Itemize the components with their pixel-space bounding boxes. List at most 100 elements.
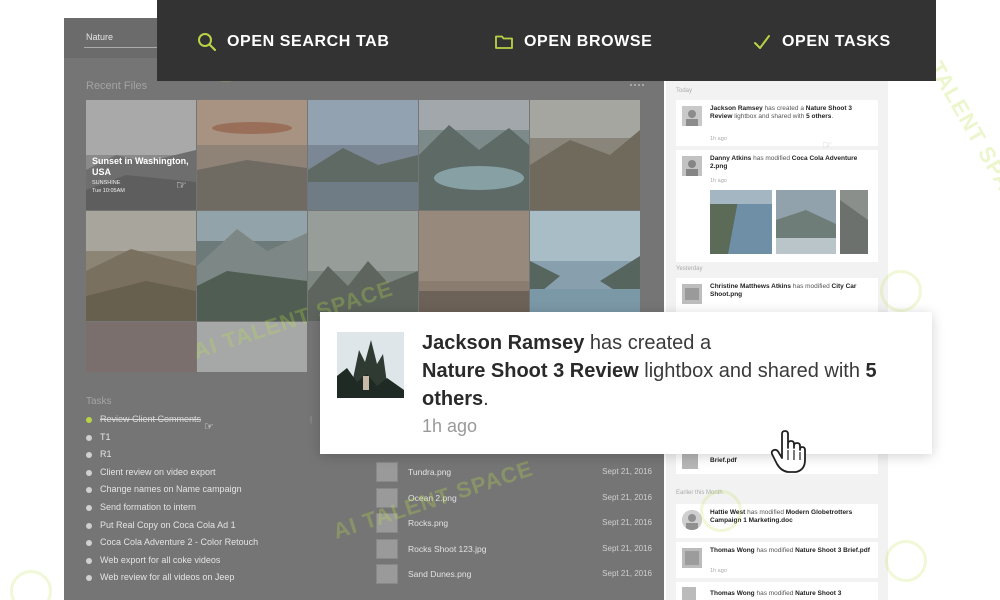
- open-tasks-button[interactable]: OPEN TASKS: [752, 31, 891, 53]
- notification-thumbnail: [337, 332, 404, 398]
- file-tile-9[interactable]: [419, 211, 529, 321]
- task-bullet-icon[interactable]: [86, 434, 92, 441]
- file-row[interactable]: Rocks.png Sept 21, 2016: [376, 511, 652, 537]
- screenshot-stage: Nature Recent Files Sunset in Washington…: [0, 0, 1000, 600]
- grid-view-toggle-icon[interactable]: [630, 84, 644, 88]
- file-date: Sept 21, 2016: [602, 543, 652, 553]
- activity-item[interactable]: Jackson Ramsey has created a Nature Shoo…: [676, 100, 878, 146]
- file-thumbnail: [376, 538, 398, 559]
- file-row[interactable]: Sand Dunes.png Sept 21, 2016: [376, 562, 652, 588]
- open-tasks-label: OPEN TASKS: [782, 33, 891, 50]
- file-date: Sept 21, 2016: [602, 518, 652, 527]
- task-item[interactable]: Review Client Comments: [86, 414, 258, 432]
- activity-text: Christine Matthews Atkins has modified C…: [710, 283, 870, 299]
- file-tile-4[interactable]: [419, 100, 529, 210]
- task-item[interactable]: Web export for all coke videos: [86, 555, 258, 573]
- thumbnail[interactable]: [840, 190, 868, 254]
- task-label: Send formation to intern: [100, 501, 197, 512]
- group-label-today: Today: [676, 88, 693, 94]
- avatar: [682, 453, 698, 469]
- file-tile-3[interactable]: [308, 100, 418, 210]
- activity-item[interactable]: Thomas Wong has modified Nature Shoot 3 …: [676, 542, 878, 578]
- task-item[interactable]: Change names on Name campaign: [86, 484, 258, 502]
- notification-user[interactable]: Jackson Ramsey: [422, 332, 584, 354]
- file-tile-sunset[interactable]: Sunset in Washington, USA SUNSHINE Tue 1…: [86, 100, 196, 210]
- watermark-logo-icon: [885, 540, 927, 582]
- file-name: Ocean 2.png: [408, 492, 457, 503]
- activity-item[interactable]: Thomas Wong has modified Nature Shoot 3: [676, 582, 878, 600]
- activity-text: Danny Atkins has modified Coca Cola Adve…: [710, 155, 870, 171]
- pointer-cursor-icon: ☞: [176, 178, 187, 192]
- notification-time: 1h ago: [422, 416, 478, 436]
- task-item[interactable]: Coca Cola Adventure 2 - Color Retouch: [86, 537, 258, 555]
- search-input[interactable]: Nature: [86, 32, 113, 42]
- task-label: Client review on video export: [100, 466, 216, 477]
- files-list: Tundra.png Sept 21, 2016 Ocean 2.png Sept 2…: [376, 460, 652, 588]
- task-bullet-icon[interactable]: [86, 504, 92, 511]
- file-tile-2[interactable]: [197, 100, 307, 210]
- task-item[interactable]: Web review for all videos on Jeep: [86, 572, 258, 590]
- file-thumbnail: [682, 453, 698, 469]
- task-bullet-icon[interactable]: [86, 575, 92, 582]
- file-tile-6[interactable]: [86, 211, 196, 321]
- task-item[interactable]: Put Real Copy on Coca Cola Ad 1: [86, 520, 258, 538]
- file-tile-11[interactable]: [86, 322, 196, 372]
- file-name: Sand Dunes.png: [408, 569, 472, 579]
- notification-card[interactable]: Jackson Ramsey has created a Nature Shoo…: [320, 312, 932, 454]
- activity-text: Hattie West has modified Modern Globetro…: [710, 509, 870, 525]
- activity-text: Thomas Wong has modified Nature Shoot 3 …: [710, 547, 870, 555]
- task-item[interactable]: Client review on video export: [86, 467, 258, 485]
- alpine-lake-photo: [419, 100, 529, 210]
- activity-object[interactable]: Nature Shoot 3: [795, 590, 841, 597]
- file-row[interactable]: Tundra.png Sept 21, 2016: [376, 460, 652, 486]
- pale-sky-photo: [197, 322, 307, 372]
- avatar-photo: [682, 106, 702, 126]
- file-row[interactable]: Rocks Shoot 123.jpg Sept 21, 2016: [376, 537, 652, 563]
- open-browse-button[interactable]: OPEN BROWSE: [494, 31, 652, 53]
- open-search-tab-button[interactable]: OPEN SEARCH TAB: [197, 31, 390, 53]
- activity-object[interactable]: Brief.pdf: [710, 457, 737, 464]
- group-label-earlier: Earlier this Month: [676, 490, 723, 496]
- task-complete-icon[interactable]: [86, 417, 92, 423]
- task-bullet-icon[interactable]: [86, 540, 92, 547]
- activity-user: Jackson Ramsey: [710, 105, 763, 112]
- notification-tail: .: [483, 388, 489, 410]
- file-row[interactable]: Ocean 2.png Sept 21, 2016: [376, 486, 652, 512]
- file-tile-8[interactable]: [308, 211, 418, 321]
- task-item[interactable]: R1: [86, 449, 258, 467]
- list-separator: |: [310, 415, 313, 424]
- task-item[interactable]: T1: [86, 432, 258, 450]
- file-tile-5[interactable]: [530, 100, 640, 210]
- hand-cursor-icon: [770, 430, 806, 473]
- task-bullet-icon[interactable]: [86, 522, 92, 529]
- activity-time: 1h ago: [710, 178, 727, 184]
- open-search-tab-label: OPEN SEARCH TAB: [227, 33, 390, 50]
- misty-forest-photo: [308, 211, 418, 321]
- file-tile-12[interactable]: [197, 322, 307, 372]
- activity-object[interactable]: Nature Shoot 3 Brief.pdf: [795, 547, 870, 554]
- thumbnail[interactable]: [710, 190, 772, 254]
- activity-action: has modified: [791, 283, 832, 290]
- file-date: Sept 21, 2016: [602, 467, 652, 476]
- task-bullet-icon[interactable]: [86, 469, 92, 476]
- thumbnail[interactable]: [776, 190, 836, 254]
- file-tile-10[interactable]: [530, 211, 640, 321]
- activity-item[interactable]: Christine Matthews Atkins has modified C…: [676, 278, 878, 312]
- file-thumbnail: [376, 513, 398, 533]
- task-bullet-icon[interactable]: [86, 487, 92, 494]
- file-tile-7[interactable]: [197, 211, 307, 321]
- task-item[interactable]: Send formation to intern: [86, 502, 258, 520]
- forest-photo: [337, 332, 404, 398]
- activity-user: Thomas Wong: [710, 590, 755, 597]
- activity-time: 1h ago: [710, 136, 727, 142]
- task-bullet-icon[interactable]: [86, 557, 92, 564]
- task-bullet-icon[interactable]: [86, 452, 92, 459]
- notification-object[interactable]: Nature Shoot 3 Review: [422, 360, 639, 382]
- activity-item[interactable]: Danny Atkins has modified Coca Cola Adve…: [676, 150, 878, 262]
- main-workspace: Nature Recent Files Sunset in Washington…: [64, 18, 664, 600]
- landscape-photo: [197, 100, 307, 210]
- avatar: [682, 106, 702, 126]
- hill-valley-photo: [530, 100, 640, 210]
- file-date: Sept 21, 2016: [602, 492, 652, 502]
- activity-item[interactable]: Hattie West has modified Modern Globetro…: [676, 504, 878, 538]
